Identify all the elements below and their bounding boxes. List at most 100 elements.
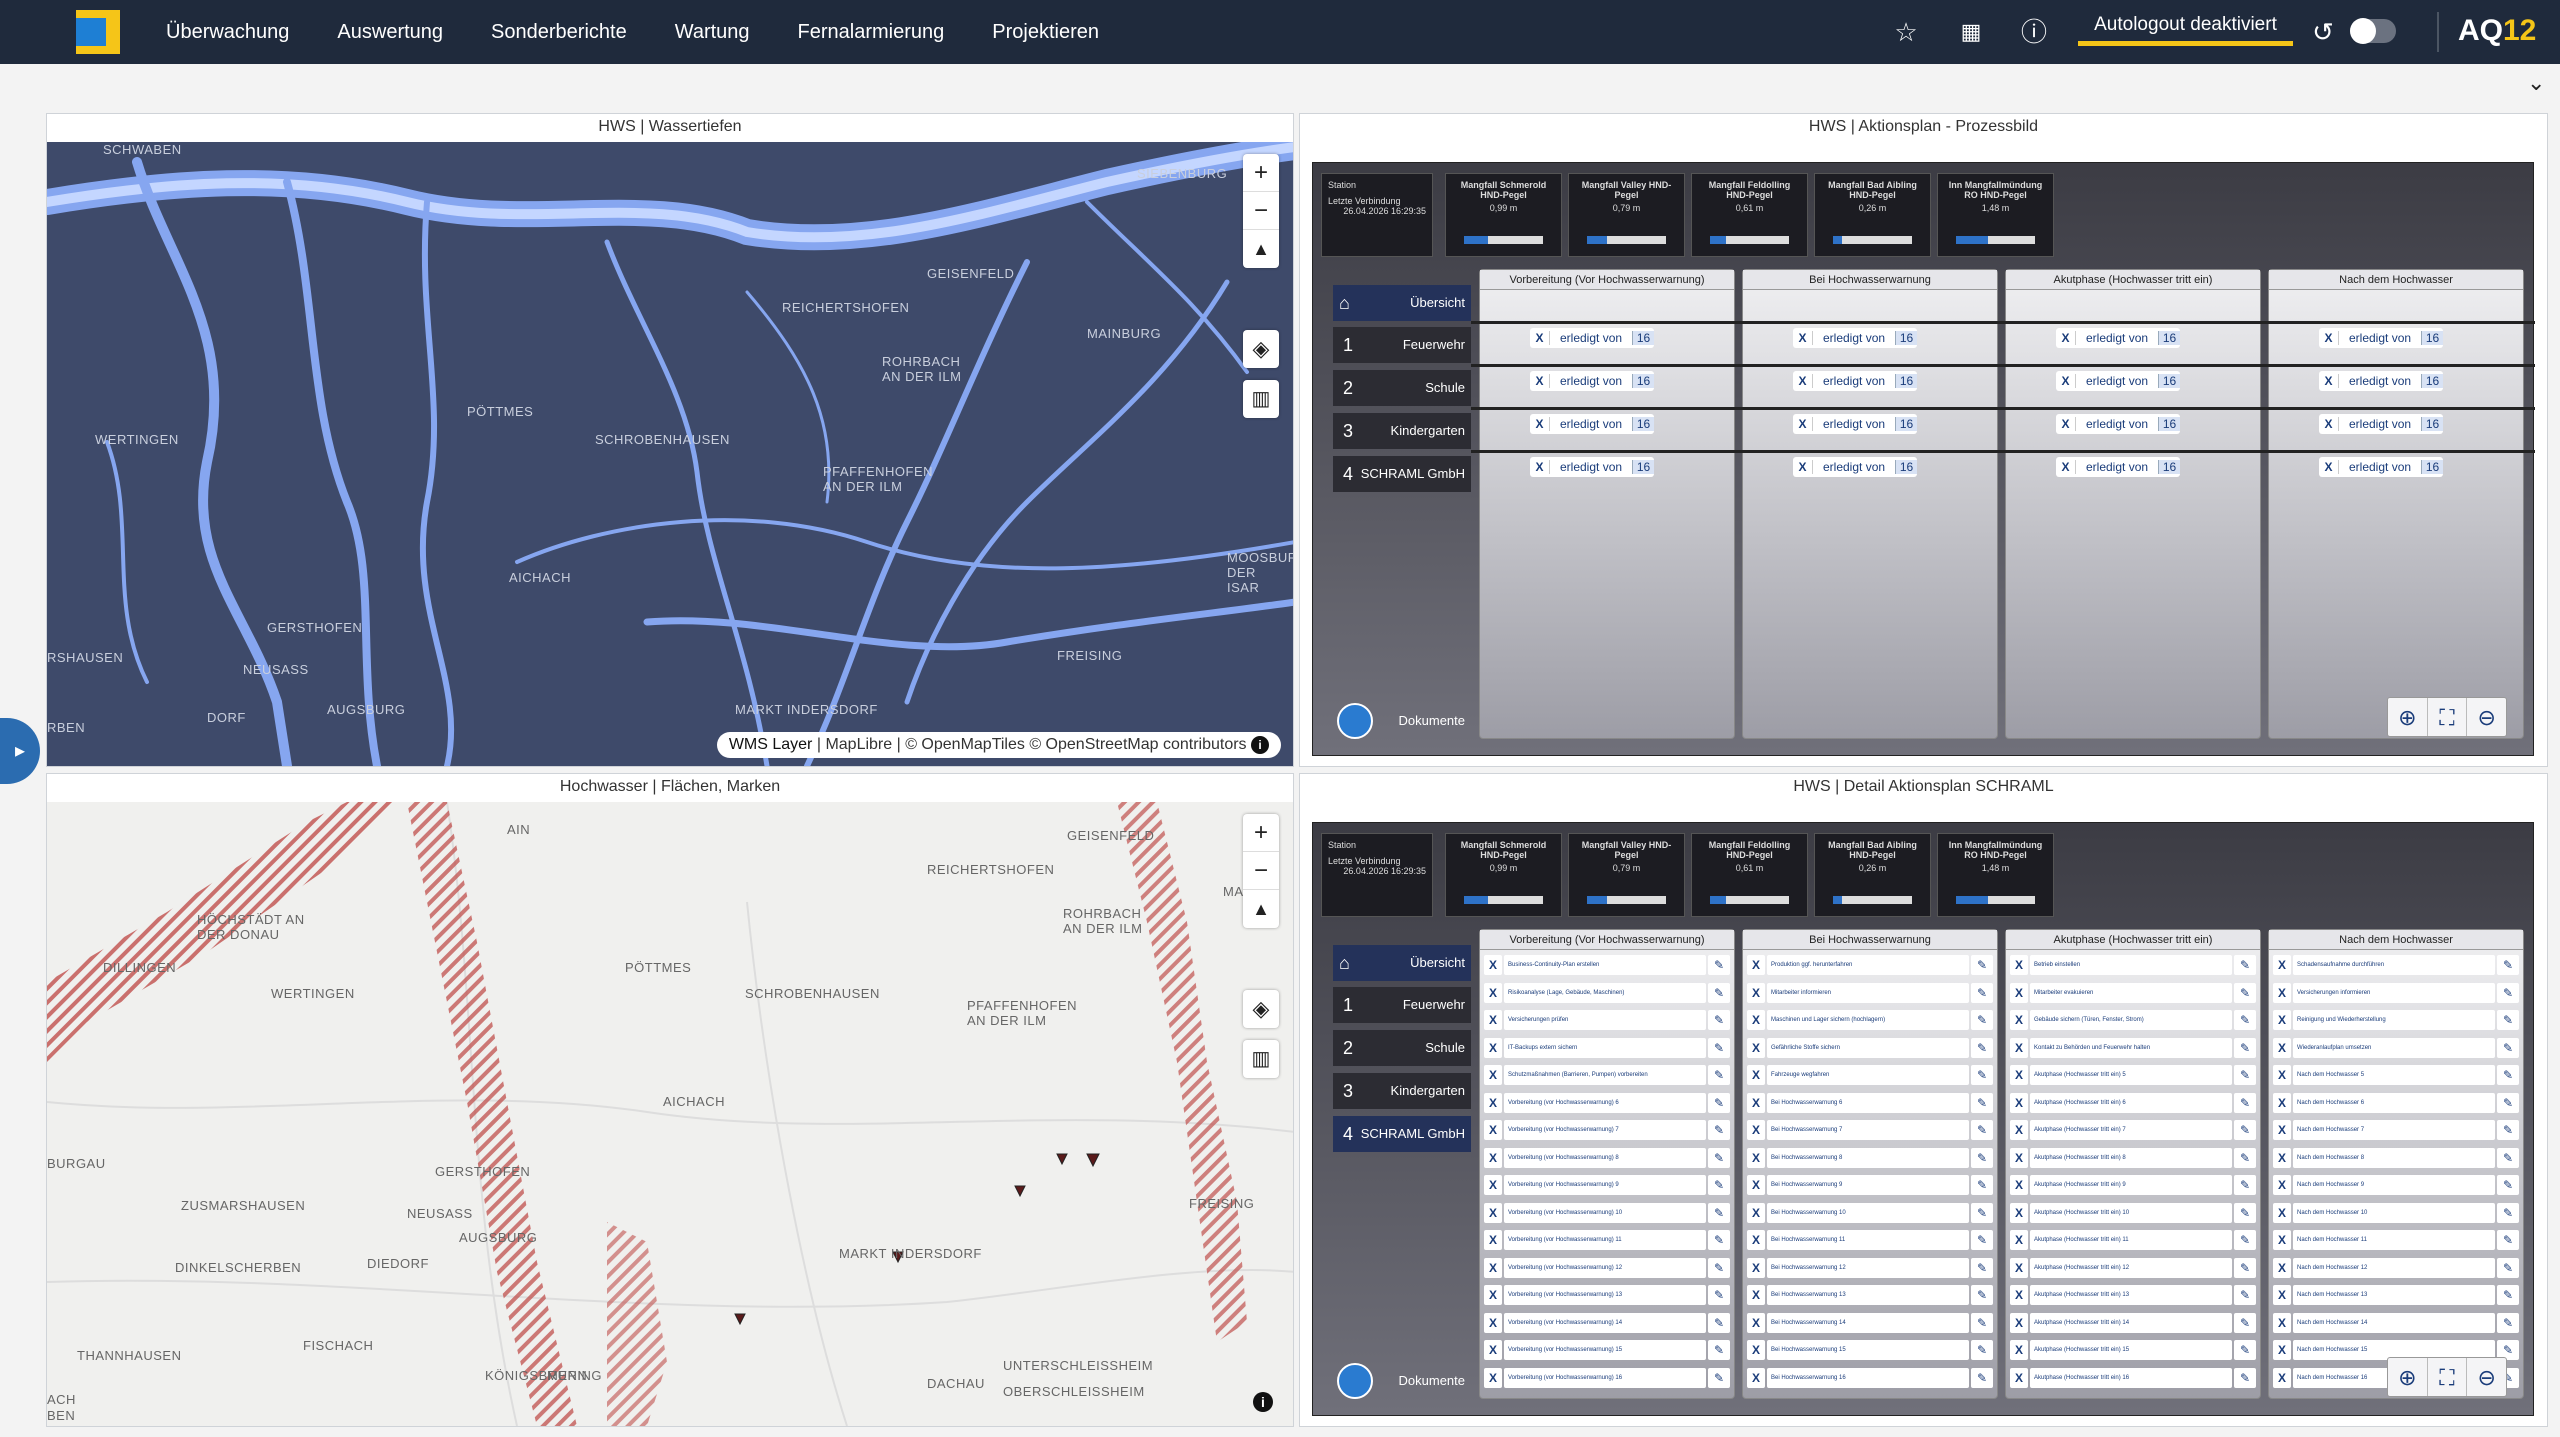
edit-icon[interactable]: ✎ — [1708, 1202, 1730, 1223]
x-icon[interactable]: X — [2273, 1367, 2291, 1388]
status-row[interactable]: Xerledigt von 16 — [1793, 414, 1918, 434]
edit-icon[interactable]: ✎ — [2497, 982, 2519, 1003]
x-icon[interactable]: X — [2010, 1147, 2028, 1168]
task-row[interactable]: X Gefährliche Stoffe sichern ✎ — [1747, 1037, 1993, 1059]
overview-button[interactable]: ⌂ Übersicht — [1333, 945, 1471, 981]
info-icon[interactable]: i — [1253, 1392, 1273, 1412]
edit-icon[interactable]: ✎ — [1708, 955, 1730, 975]
edit-icon[interactable]: ✎ — [2234, 1285, 2256, 1305]
x-icon[interactable]: X — [2273, 1010, 2291, 1030]
task-row[interactable]: X Produktion ggf. herunterfahren ✎ — [1747, 954, 1993, 976]
edit-icon[interactable]: ✎ — [1971, 1175, 1993, 1195]
status-row[interactable]: Xerledigt von 16 — [2319, 371, 2444, 391]
x-icon[interactable]: X — [2010, 1230, 2028, 1250]
edit-icon[interactable]: ✎ — [1971, 1065, 1993, 1085]
nav-auswertung[interactable]: Auswertung — [337, 21, 443, 44]
x-icon[interactable]: X — [2273, 1202, 2291, 1223]
x-icon[interactable]: X — [2056, 331, 2076, 345]
status-row[interactable]: Xerledigt von 16 — [2056, 328, 2181, 348]
edit-icon[interactable]: ✎ — [1708, 1257, 1730, 1278]
x-icon[interactable]: X — [1484, 1147, 1502, 1168]
status-row[interactable]: Xerledigt von 16 — [1530, 371, 1655, 391]
edit-icon[interactable]: ✎ — [2497, 1202, 2519, 1223]
task-row[interactable]: X Bei Hochwasserwarnung 15 ✎ — [1747, 1339, 1993, 1361]
task-row[interactable]: X Vorbereitung (vor Hochwasserwarnung) 16… — [1484, 1367, 1730, 1389]
x-icon[interactable]: X — [2273, 955, 2291, 975]
task-row[interactable]: X Akutphase (Hochwasser tritt ein) 5 ✎ — [2010, 1064, 2256, 1086]
nav-projektieren[interactable]: Projektieren — [992, 21, 1099, 44]
x-icon[interactable]: X — [1530, 460, 1550, 474]
task-row[interactable]: X Business-Continuity-Plan erstellen ✎ — [1484, 954, 1730, 976]
edit-icon[interactable]: ✎ — [2234, 1312, 2256, 1333]
x-icon[interactable]: X — [1747, 955, 1765, 975]
x-icon[interactable]: X — [1484, 1175, 1502, 1195]
x-icon[interactable]: X — [2319, 460, 2339, 474]
x-icon[interactable]: X — [1747, 1285, 1765, 1305]
edit-icon[interactable]: ✎ — [1971, 1285, 1993, 1305]
task-row[interactable]: X Vorbereitung (vor Hochwasserwarnung) 10… — [1484, 1202, 1730, 1224]
edit-icon[interactable]: ✎ — [2234, 1092, 2256, 1113]
layers-button[interactable]: ◈ — [1243, 990, 1279, 1028]
sidebar-item[interactable]: 2 Schule — [1333, 370, 1471, 406]
edit-icon[interactable]: ✎ — [1708, 1340, 1730, 1360]
task-row[interactable]: X Wiederanlaufplan umsetzen ✎ — [2273, 1037, 2519, 1059]
x-icon[interactable]: X — [1484, 1010, 1502, 1030]
x-icon[interactable]: X — [1793, 331, 1813, 345]
task-row[interactable]: X Versicherungen prüfen ✎ — [1484, 1009, 1730, 1031]
zoom-in-icon[interactable]: ⊕ — [2388, 1358, 2428, 1396]
edit-icon[interactable]: ✎ — [2234, 1037, 2256, 1058]
x-icon[interactable]: X — [1747, 1120, 1765, 1140]
x-icon[interactable]: X — [1747, 1092, 1765, 1113]
task-row[interactable]: X Nach dem Hochwasser 8 ✎ — [2273, 1147, 2519, 1169]
task-row[interactable]: X Betrieb einstellen ✎ — [2010, 954, 2256, 976]
x-icon[interactable]: X — [2273, 982, 2291, 1003]
water-depth-map[interactable]: SCHWABEN SIEBENBURG REICHERTSHOFEN GEISE… — [47, 142, 1293, 766]
x-icon[interactable]: X — [2010, 1202, 2028, 1223]
x-icon[interactable]: X — [1484, 1120, 1502, 1140]
edit-icon[interactable]: ✎ — [2497, 1285, 2519, 1305]
x-icon[interactable]: X — [2010, 1037, 2028, 1058]
edit-icon[interactable]: ✎ — [1971, 955, 1993, 975]
edit-icon[interactable]: ✎ — [2234, 1257, 2256, 1278]
edit-icon[interactable]: ✎ — [1971, 1230, 1993, 1250]
task-row[interactable]: X Schadensaufnahme durchführen ✎ — [2273, 954, 2519, 976]
fit-screen-icon[interactable]: ⛶ — [2428, 698, 2468, 736]
info-icon[interactable]: i — [1251, 736, 1269, 754]
zoom-in-button[interactable]: + — [1243, 814, 1279, 852]
x-icon[interactable]: X — [2273, 1312, 2291, 1333]
task-row[interactable]: X Akutphase (Hochwasser tritt ein) 10 ✎ — [2010, 1202, 2256, 1224]
task-row[interactable]: X Bei Hochwasserwarnung 8 ✎ — [1747, 1147, 1993, 1169]
edit-icon[interactable]: ✎ — [1971, 1147, 1993, 1168]
x-icon[interactable]: X — [2010, 1367, 2028, 1388]
status-row[interactable]: Xerledigt von 16 — [1530, 414, 1655, 434]
task-row[interactable]: X Akutphase (Hochwasser tritt ein) 13 ✎ — [2010, 1284, 2256, 1306]
task-row[interactable]: X Akutphase (Hochwasser tritt ein) 7 ✎ — [2010, 1119, 2256, 1141]
documents-button[interactable]: Dokumente — [1333, 701, 1471, 741]
sidebar-item[interactable]: 4 SCHRAML GmbH — [1333, 1116, 1471, 1152]
edit-icon[interactable]: ✎ — [2497, 1230, 2519, 1250]
status-row[interactable]: Xerledigt von 16 — [2056, 457, 2181, 477]
task-row[interactable]: X Vorbereitung (vor Hochwasserwarnung) 9 ✎ — [1484, 1174, 1730, 1196]
edit-icon[interactable]: ✎ — [2234, 982, 2256, 1003]
x-icon[interactable]: X — [1747, 1147, 1765, 1168]
task-row[interactable]: X Vorbereitung (vor Hochwasserwarnung) 12… — [1484, 1257, 1730, 1279]
x-icon[interactable]: X — [1484, 1257, 1502, 1278]
x-icon[interactable]: X — [2319, 331, 2339, 345]
sidebar-item[interactable]: 2 Schule — [1333, 1030, 1471, 1066]
sidebar-item[interactable]: 3 Kindergarten — [1333, 1073, 1471, 1109]
edit-icon[interactable]: ✎ — [1708, 1367, 1730, 1388]
x-icon[interactable]: X — [2273, 1037, 2291, 1058]
app-logo[interactable] — [76, 10, 120, 54]
sidebar-item[interactable]: 1 Feuerwehr — [1333, 327, 1471, 363]
edit-icon[interactable]: ✎ — [2497, 1037, 2519, 1058]
status-row[interactable]: Xerledigt von 16 — [2319, 457, 2444, 477]
x-icon[interactable]: X — [1484, 982, 1502, 1003]
edit-icon[interactable]: ✎ — [2234, 1120, 2256, 1140]
status-row[interactable]: Xerledigt von 16 — [2319, 328, 2444, 348]
x-icon[interactable]: X — [2273, 1340, 2291, 1360]
zoom-out-button[interactable]: − — [1243, 192, 1279, 230]
zoom-in-icon[interactable]: ⊕ — [2388, 698, 2428, 736]
status-row[interactable]: Xerledigt von 16 — [1793, 457, 1918, 477]
x-icon[interactable]: X — [1530, 331, 1550, 345]
edit-icon[interactable]: ✎ — [1971, 1010, 1993, 1030]
